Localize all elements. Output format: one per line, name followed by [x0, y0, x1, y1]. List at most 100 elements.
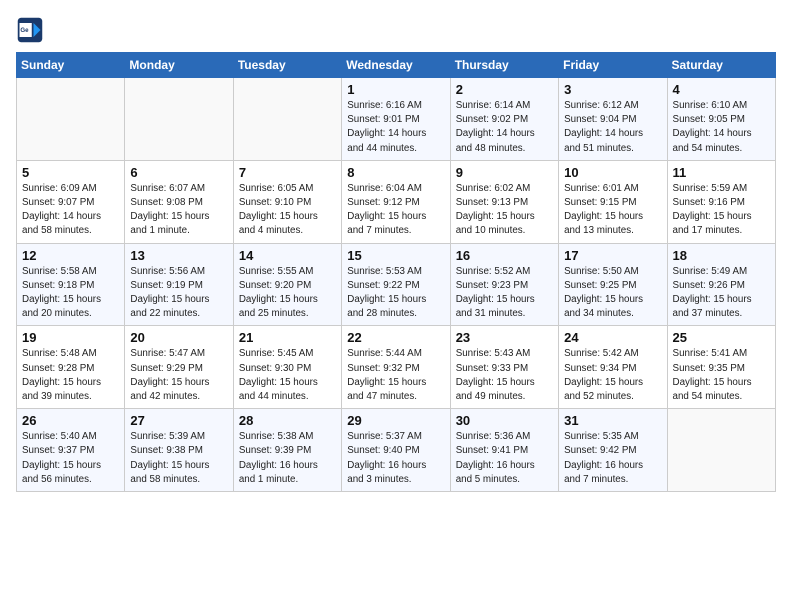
calendar-cell: 31Sunrise: 5:35 AM Sunset: 9:42 PM Dayli… — [559, 409, 667, 492]
calendar-cell — [667, 409, 775, 492]
day-info: Sunrise: 5:50 AM Sunset: 9:25 PM Dayligh… — [564, 265, 661, 322]
day-info: Sunrise: 5:56 AM Sunset: 9:19 PM Dayligh… — [130, 265, 227, 322]
day-info: Sunrise: 6:16 AM Sunset: 9:01 PM Dayligh… — [347, 99, 444, 156]
calendar-cell: 1 Sunrise: 6:16 AM Sunset: 9:01 PM Daylig… — [342, 78, 450, 161]
calendar-cell: 24 Sunrise: 5:42 AM Sunset: 9:34 PM Dayli… — [559, 326, 667, 409]
day-info: Sunrise: 5:36 AM Sunset: 9:41 PM Dayligh… — [456, 430, 553, 487]
day-info: Sunrise: 5:38 AM Sunset: 9:39 PM Dayligh… — [239, 430, 336, 487]
day-number: 22 — [347, 330, 444, 345]
day-info: Sunrise: 5:45 AM Sunset: 9:30 PM Dayligh… — [239, 347, 336, 404]
calendar-cell: 26 Sunrise: 5:40 AM Sunset: 9:37 PM Dayli… — [17, 409, 125, 492]
day-number: 25 — [673, 330, 770, 345]
day-info: Sunrise: 5:49 AM Sunset: 9:26 PM Dayligh… — [673, 265, 770, 322]
day-number: 12 — [22, 248, 119, 263]
column-header-saturday: Saturday — [667, 53, 775, 78]
day-info: Sunrise: 5:43 AM Sunset: 9:33 PM Dayligh… — [456, 347, 553, 404]
calendar-cell: 12 Sunrise: 5:58 AM Sunset: 9:18 PM Dayli… — [17, 243, 125, 326]
calendar-cell: 11 Sunrise: 5:59 AM Sunset: 9:16 PM Dayli… — [667, 160, 775, 243]
calendar-cell: 10 Sunrise: 6:01 AM Sunset: 9:15 PM Dayli… — [559, 160, 667, 243]
day-number: 29 — [347, 413, 444, 428]
calendar-cell: 13 Sunrise: 5:56 AM Sunset: 9:19 PM Dayli… — [125, 243, 233, 326]
day-number: 1 — [347, 82, 444, 97]
column-header-monday: Monday — [125, 53, 233, 78]
calendar-cell: 16Sunrise: 5:52 AM Sunset: 9:23 PM Dayli… — [450, 243, 558, 326]
day-number: 9 — [456, 165, 553, 180]
calendar-cell — [233, 78, 341, 161]
logo-icon: Ge — [16, 16, 44, 44]
logo: Ge — [16, 16, 48, 44]
day-number: 23 — [456, 330, 553, 345]
calendar-header: SundayMondayTuesdayWednesdayThursdayFrid… — [17, 53, 776, 78]
column-header-wednesday: Wednesday — [342, 53, 450, 78]
day-number: 18 — [673, 248, 770, 263]
calendar-cell: 23 Sunrise: 5:43 AM Sunset: 9:33 PM Dayli… — [450, 326, 558, 409]
calendar-week-row: 19 Sunrise: 5:48 AM Sunset: 9:28 PM Dayli… — [17, 326, 776, 409]
day-number: 26 — [22, 413, 119, 428]
calendar-cell: 25 Sunrise: 5:41 AM Sunset: 9:35 PM Dayli… — [667, 326, 775, 409]
calendar-cell: 27 Sunrise: 5:39 AM Sunset: 9:38 PM Dayli… — [125, 409, 233, 492]
day-number: 30 — [456, 413, 553, 428]
calendar-cell: 29Sunrise: 5:37 AM Sunset: 9:40 PM Dayli… — [342, 409, 450, 492]
column-header-tuesday: Tuesday — [233, 53, 341, 78]
day-number: 6 — [130, 165, 227, 180]
svg-text:Ge: Ge — [20, 27, 29, 34]
calendar-week-row: 5 Sunrise: 6:09 AM Sunset: 9:07 PM Daylig… — [17, 160, 776, 243]
page-header: Ge — [16, 16, 776, 44]
day-number: 15 — [347, 248, 444, 263]
day-number: 8 — [347, 165, 444, 180]
day-info: Sunrise: 6:12 AM Sunset: 9:04 PM Dayligh… — [564, 99, 661, 156]
column-header-thursday: Thursday — [450, 53, 558, 78]
day-number: 10 — [564, 165, 661, 180]
day-info: Sunrise: 5:58 AM Sunset: 9:18 PM Dayligh… — [22, 265, 119, 322]
day-number: 5 — [22, 165, 119, 180]
day-number: 11 — [673, 165, 770, 180]
day-info: Sunrise: 6:10 AM Sunset: 9:05 PM Dayligh… — [673, 99, 770, 156]
day-info: Sunrise: 5:44 AM Sunset: 9:32 PM Dayligh… — [347, 347, 444, 404]
day-info: Sunrise: 5:39 AM Sunset: 9:38 PM Dayligh… — [130, 430, 227, 487]
calendar-cell: 7 Sunrise: 6:05 AM Sunset: 9:10 PM Daylig… — [233, 160, 341, 243]
calendar-cell: 17Sunrise: 5:50 AM Sunset: 9:25 PM Dayli… — [559, 243, 667, 326]
day-info: Sunrise: 5:48 AM Sunset: 9:28 PM Dayligh… — [22, 347, 119, 404]
calendar-cell: 2 Sunrise: 6:14 AM Sunset: 9:02 PM Daylig… — [450, 78, 558, 161]
day-number: 2 — [456, 82, 553, 97]
calendar-cell: 5 Sunrise: 6:09 AM Sunset: 9:07 PM Daylig… — [17, 160, 125, 243]
day-info: Sunrise: 5:47 AM Sunset: 9:29 PM Dayligh… — [130, 347, 227, 404]
calendar-cell: 6 Sunrise: 6:07 AM Sunset: 9:08 PM Daylig… — [125, 160, 233, 243]
day-info: Sunrise: 5:53 AM Sunset: 9:22 PM Dayligh… — [347, 265, 444, 322]
calendar-week-row: 1 Sunrise: 6:16 AM Sunset: 9:01 PM Daylig… — [17, 78, 776, 161]
day-number: 27 — [130, 413, 227, 428]
calendar-table: SundayMondayTuesdayWednesdayThursdayFrid… — [16, 52, 776, 492]
day-info: Sunrise: 6:14 AM Sunset: 9:02 PM Dayligh… — [456, 99, 553, 156]
calendar-cell: 8 Sunrise: 6:04 AM Sunset: 9:12 PM Daylig… — [342, 160, 450, 243]
calendar-cell: 21 Sunrise: 5:45 AM Sunset: 9:30 PM Dayli… — [233, 326, 341, 409]
calendar-cell: 30 Sunrise: 5:36 AM Sunset: 9:41 PM Dayli… — [450, 409, 558, 492]
day-info: Sunrise: 6:05 AM Sunset: 9:10 PM Dayligh… — [239, 182, 336, 239]
day-info: Sunrise: 5:42 AM Sunset: 9:34 PM Dayligh… — [564, 347, 661, 404]
day-info: Sunrise: 5:52 AM Sunset: 9:23 PM Dayligh… — [456, 265, 553, 322]
calendar-week-row: 12 Sunrise: 5:58 AM Sunset: 9:18 PM Dayli… — [17, 243, 776, 326]
day-number: 21 — [239, 330, 336, 345]
day-info: Sunrise: 5:40 AM Sunset: 9:37 PM Dayligh… — [22, 430, 119, 487]
day-info: Sunrise: 6:01 AM Sunset: 9:15 PM Dayligh… — [564, 182, 661, 239]
day-info: Sunrise: 6:09 AM Sunset: 9:07 PM Dayligh… — [22, 182, 119, 239]
calendar-cell: 3 Sunrise: 6:12 AM Sunset: 9:04 PM Daylig… — [559, 78, 667, 161]
calendar-cell: 18 Sunrise: 5:49 AM Sunset: 9:26 PM Dayli… — [667, 243, 775, 326]
day-number: 3 — [564, 82, 661, 97]
calendar-cell: 15 Sunrise: 5:53 AM Sunset: 9:22 PM Dayli… — [342, 243, 450, 326]
calendar-cell: 28 Sunrise: 5:38 AM Sunset: 9:39 PM Dayli… — [233, 409, 341, 492]
day-number: 19 — [22, 330, 119, 345]
day-number: 7 — [239, 165, 336, 180]
day-number: 13 — [130, 248, 227, 263]
calendar-cell: 20Sunrise: 5:47 AM Sunset: 9:29 PM Dayli… — [125, 326, 233, 409]
day-info: Sunrise: 5:41 AM Sunset: 9:35 PM Dayligh… — [673, 347, 770, 404]
day-info: Sunrise: 5:55 AM Sunset: 9:20 PM Dayligh… — [239, 265, 336, 322]
day-info: Sunrise: 6:07 AM Sunset: 9:08 PM Dayligh… — [130, 182, 227, 239]
day-number: 28 — [239, 413, 336, 428]
day-number: 4 — [673, 82, 770, 97]
column-header-sunday: Sunday — [17, 53, 125, 78]
column-header-friday: Friday — [559, 53, 667, 78]
calendar-cell: 4 Sunrise: 6:10 AM Sunset: 9:05 PM Daylig… — [667, 78, 775, 161]
day-info: Sunrise: 6:04 AM Sunset: 9:12 PM Dayligh… — [347, 182, 444, 239]
day-number: 24 — [564, 330, 661, 345]
day-info: Sunrise: 5:59 AM Sunset: 9:16 PM Dayligh… — [673, 182, 770, 239]
